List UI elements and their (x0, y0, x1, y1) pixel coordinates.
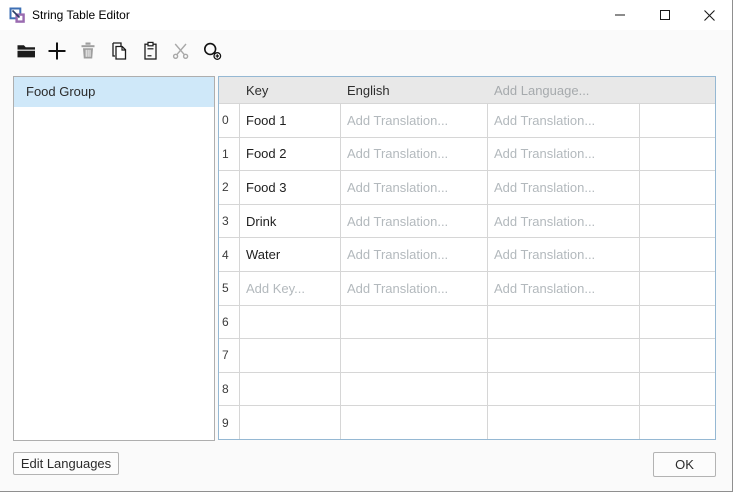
cell-key[interactable]: Food 2 (240, 137, 341, 171)
cell-english[interactable] (341, 338, 488, 372)
maximize-button[interactable] (642, 0, 687, 30)
table-row: 1 Food 2 Add Translation... Add Translat… (219, 137, 715, 171)
ok-button[interactable]: OK (653, 452, 716, 477)
table-row: 5 Add Key... Add Translation... Add Tran… (219, 271, 715, 305)
table-row: 8 (219, 372, 715, 406)
row-number[interactable]: 8 (219, 372, 240, 406)
cell-extra (640, 405, 715, 439)
cell-english[interactable] (341, 405, 488, 439)
cell-english[interactable]: Add Translation... (341, 170, 488, 204)
cell-extra (640, 103, 715, 137)
header-english: English (341, 83, 488, 98)
cell-key[interactable]: Drink (240, 204, 341, 238)
find-search-plus-icon (202, 41, 222, 61)
cell-extra (640, 237, 715, 271)
minimize-icon (615, 10, 625, 20)
cell-key[interactable] (240, 372, 341, 406)
cell-add-language[interactable]: Add Translation... (488, 204, 640, 238)
app-logo-icon (9, 7, 25, 23)
cell-key[interactable] (240, 305, 341, 339)
minimize-button[interactable] (597, 0, 642, 30)
cell-add-language[interactable]: Add Translation... (488, 103, 640, 137)
row-number[interactable]: 0 (219, 103, 240, 137)
string-table-grid: Key English Add Language... 0 Food 1 Add… (218, 76, 716, 440)
cell-extra (640, 137, 715, 171)
cell-add-language[interactable]: Add Translation... (488, 137, 640, 171)
cell-add-language[interactable]: Add Translation... (488, 237, 640, 271)
cell-add-language[interactable] (488, 338, 640, 372)
cell-english[interactable] (341, 372, 488, 406)
row-number[interactable]: 7 (219, 338, 240, 372)
open-folder-icon (16, 41, 37, 61)
copy-button[interactable] (108, 39, 130, 63)
row-number[interactable]: 6 (219, 305, 240, 339)
cell-english[interactable]: Add Translation... (341, 103, 488, 137)
delete-button[interactable] (77, 39, 99, 63)
row-number[interactable]: 5 (219, 271, 240, 305)
maximize-icon (660, 10, 670, 20)
cell-key[interactable] (240, 405, 341, 439)
table-row: 2 Food 3 Add Translation... Add Translat… (219, 170, 715, 204)
header-add-language[interactable]: Add Language... (488, 83, 640, 98)
string-table-editor-window: String Table Editor (0, 0, 733, 492)
close-icon (704, 10, 715, 21)
cell-key[interactable]: Food 3 (240, 170, 341, 204)
cell-extra (640, 305, 715, 339)
delete-trash-icon (79, 41, 97, 61)
row-number[interactable]: 3 (219, 204, 240, 238)
cell-english[interactable] (341, 305, 488, 339)
row-number[interactable]: 2 (219, 170, 240, 204)
cell-add-language[interactable]: Add Translation... (488, 170, 640, 204)
toolbar (15, 38, 223, 64)
cell-key[interactable]: Add Key... (240, 271, 341, 305)
cell-extra (640, 338, 715, 372)
header-key: Key (240, 83, 341, 98)
cell-add-language[interactable] (488, 372, 640, 406)
add-button[interactable] (46, 39, 68, 63)
paste-clipboard-icon (141, 41, 160, 61)
cell-english[interactable]: Add Translation... (341, 271, 488, 305)
paste-button[interactable] (139, 39, 161, 63)
window-title: String Table Editor (32, 8, 130, 22)
cut-button[interactable] (170, 39, 192, 63)
row-number[interactable]: 4 (219, 237, 240, 271)
table-row: 7 (219, 338, 715, 372)
cell-key[interactable]: Water (240, 237, 341, 271)
cell-key[interactable]: Food 1 (240, 103, 341, 137)
edit-languages-button[interactable]: Edit Languages (13, 452, 119, 475)
close-button[interactable] (687, 0, 732, 30)
cell-english[interactable]: Add Translation... (341, 204, 488, 238)
row-number[interactable]: 9 (219, 405, 240, 439)
cell-add-language[interactable] (488, 305, 640, 339)
add-plus-icon (47, 41, 67, 61)
cell-extra (640, 170, 715, 204)
table-row: 4 Water Add Translation... Add Translati… (219, 237, 715, 271)
cell-extra (640, 271, 715, 305)
find-button[interactable] (201, 39, 223, 63)
cut-scissors-icon (171, 41, 191, 61)
cell-key[interactable] (240, 338, 341, 372)
open-folder-button[interactable] (15, 39, 37, 63)
table-row: 3 Drink Add Translation... Add Translati… (219, 204, 715, 238)
row-number[interactable]: 1 (219, 137, 240, 171)
cell-add-language[interactable] (488, 405, 640, 439)
window-controls (597, 0, 732, 30)
sidebar-item[interactable]: Food Group (14, 77, 214, 107)
table-row: 9 (219, 405, 715, 439)
table-header-row: Key English Add Language... (219, 77, 715, 103)
string-table-list[interactable]: Food Group (13, 76, 215, 441)
cell-add-language[interactable]: Add Translation... (488, 271, 640, 305)
title-bar: String Table Editor (0, 0, 732, 30)
table-row: 6 (219, 305, 715, 339)
cell-english[interactable]: Add Translation... (341, 237, 488, 271)
cell-extra (640, 372, 715, 406)
cell-english[interactable]: Add Translation... (341, 137, 488, 171)
cell-extra (640, 204, 715, 238)
table-row: 0 Food 1 Add Translation... Add Translat… (219, 103, 715, 137)
copy-icon (109, 41, 129, 61)
